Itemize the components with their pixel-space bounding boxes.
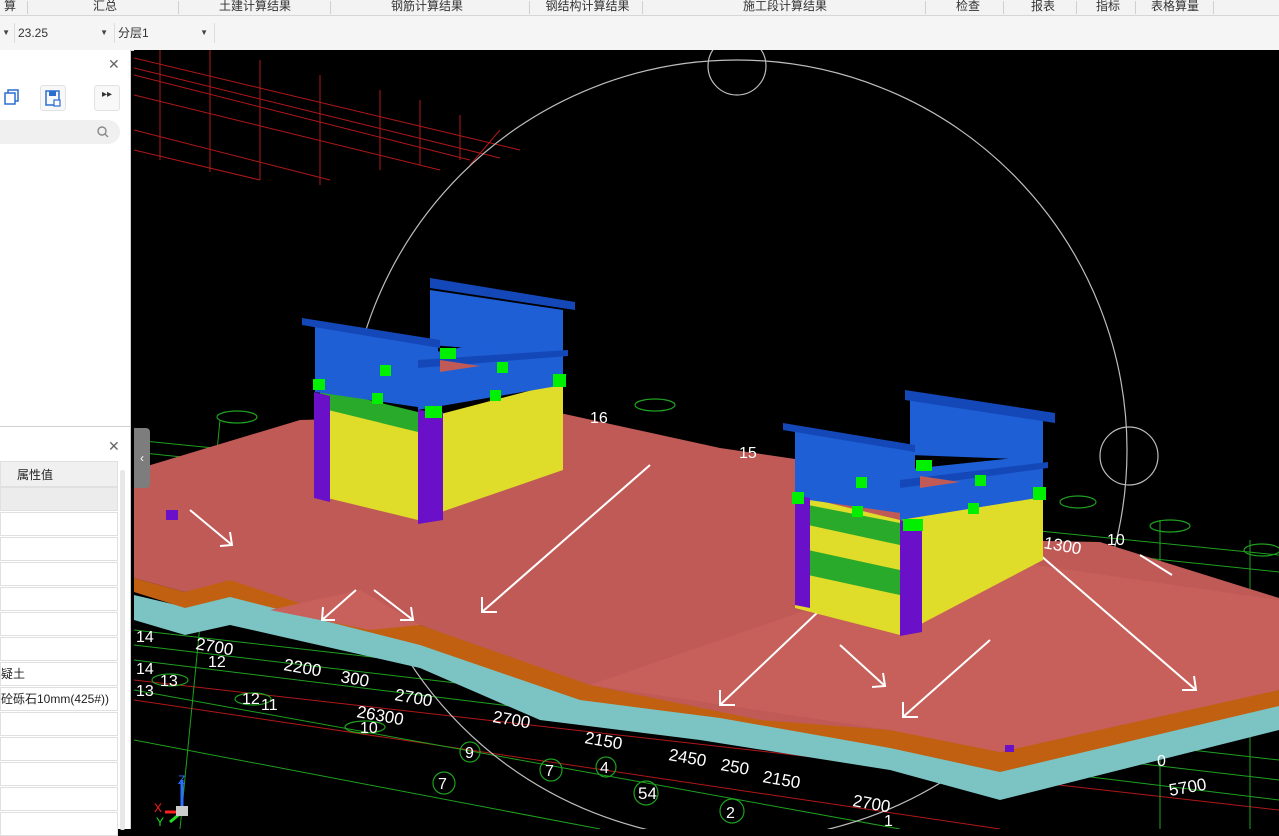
axis-label: 4 bbox=[600, 760, 609, 777]
save-layer-icon bbox=[45, 90, 61, 107]
axis-y-label: Y bbox=[156, 815, 164, 829]
axis-label: 15 bbox=[739, 445, 757, 462]
properties-header: 属性值 bbox=[0, 461, 118, 487]
property-row[interactable] bbox=[0, 762, 118, 786]
property-row[interactable] bbox=[0, 812, 118, 836]
axis-label: 14 bbox=[136, 661, 154, 678]
menu-separator bbox=[642, 1, 643, 14]
dropdown-caret-icon: ▼ bbox=[100, 28, 108, 37]
axis-label: 10 bbox=[360, 720, 378, 737]
close-icon[interactable]: ✕ bbox=[108, 56, 120, 73]
menu-separator bbox=[1076, 1, 1077, 14]
axis-label: 12 bbox=[208, 654, 226, 671]
left-panel: ✕ ▸▸ ✕ 属性值 疑土 砼砾石10mm(425#)) bbox=[0, 50, 131, 836]
axis-label: 7 bbox=[545, 763, 554, 780]
axis-label: 14 bbox=[136, 629, 154, 646]
search-input[interactable] bbox=[0, 120, 120, 144]
copy-button[interactable] bbox=[0, 85, 24, 109]
property-row[interactable] bbox=[0, 787, 118, 811]
axis-label: 12 bbox=[242, 691, 260, 708]
dimension-label: 54 bbox=[638, 784, 657, 803]
menu-separator bbox=[1003, 1, 1004, 14]
menu-separator bbox=[27, 1, 28, 14]
axis-label: 9 bbox=[465, 745, 474, 762]
chevron-left-icon: ‹ bbox=[140, 451, 144, 465]
elevation-value: 23.25 bbox=[18, 26, 49, 40]
axis-label: 13 bbox=[160, 673, 178, 690]
property-value: 疑土 bbox=[1, 667, 26, 681]
panel-scrollbar[interactable] bbox=[120, 470, 125, 830]
search-icon bbox=[97, 126, 109, 138]
panel-divider bbox=[0, 426, 130, 427]
menu-bar: 算 汇总 土建计算结果 钢筋计算结果 钢结构计算结果 施工段计算结果 检查 报表… bbox=[0, 0, 1279, 16]
axis-label: 10 bbox=[1107, 532, 1125, 549]
property-row[interactable] bbox=[0, 612, 118, 636]
copy-icon bbox=[4, 89, 19, 105]
menu-separator bbox=[529, 1, 530, 14]
close-icon[interactable]: ✕ bbox=[108, 438, 120, 455]
expand-button[interactable]: ▸▸ bbox=[94, 85, 120, 111]
menu-separator bbox=[1135, 1, 1136, 14]
expand-icon: ▸▸ bbox=[102, 89, 113, 100]
save-layer-button[interactable] bbox=[40, 85, 66, 111]
model-canvas[interactable]: 2700 2700 2700 2700 2200 26300 2450 2150… bbox=[134, 50, 1279, 829]
menu-check[interactable]: 检查 bbox=[948, 0, 988, 15]
elevation-dropdown[interactable]: 23.25 ▼ bbox=[18, 23, 115, 43]
property-row[interactable] bbox=[0, 512, 118, 536]
axis-label: 7 bbox=[438, 776, 447, 793]
collapse-panel-button[interactable]: ‹ bbox=[134, 428, 150, 488]
property-row[interactable] bbox=[0, 587, 118, 611]
floor-dropdown[interactable]: ▼ bbox=[0, 23, 15, 43]
menu-separator bbox=[925, 1, 926, 14]
menu-stage-results[interactable]: 施工段计算结果 bbox=[725, 0, 845, 15]
axis-label: 16 bbox=[590, 410, 608, 427]
3d-viewport[interactable]: 2700 2700 2700 2700 2200 26300 2450 2150… bbox=[134, 50, 1279, 829]
property-row[interactable] bbox=[0, 537, 118, 561]
layer-value: 分层1 bbox=[118, 26, 149, 40]
axis-label: 1 bbox=[884, 813, 893, 829]
property-row[interactable] bbox=[0, 562, 118, 586]
axis-z-label: Z bbox=[178, 773, 185, 787]
axis-x-label: X bbox=[154, 801, 162, 815]
menu-civil-results[interactable]: 土建计算结果 bbox=[200, 0, 310, 15]
axis-label: 2 bbox=[726, 805, 735, 822]
property-row[interactable] bbox=[0, 487, 118, 511]
menu-summary[interactable]: 汇总 bbox=[80, 0, 130, 15]
dropdown-caret-icon: ▼ bbox=[200, 28, 208, 37]
axis-label: 13 bbox=[136, 683, 154, 700]
menu-separator bbox=[178, 1, 179, 14]
toolbar: ▼ 23.25 ▼ 分层1 ▼ bbox=[0, 16, 1279, 51]
property-value-header: 属性值 bbox=[17, 468, 54, 482]
axis-label: 0 bbox=[1157, 753, 1166, 770]
property-row-concrete[interactable]: 疑土 bbox=[0, 662, 118, 686]
property-row-gravel[interactable]: 砼砾石10mm(425#)) bbox=[0, 687, 118, 711]
layer-dropdown[interactable]: 分层1 ▼ bbox=[118, 23, 215, 43]
dropdown-caret-icon: ▼ bbox=[2, 28, 10, 37]
property-value: 砼砾石10mm(425#)) bbox=[1, 692, 110, 706]
menu-separator bbox=[1213, 1, 1214, 14]
menu-steel-results[interactable]: 钢结构计算结果 bbox=[540, 0, 635, 15]
menu-calc[interactable]: 算 bbox=[0, 0, 20, 15]
menu-table-quantity[interactable]: 表格算量 bbox=[1143, 0, 1207, 15]
menu-reports[interactable]: 报表 bbox=[1023, 0, 1063, 15]
property-row[interactable] bbox=[0, 712, 118, 736]
menu-rebar-results[interactable]: 钢筋计算结果 bbox=[372, 0, 482, 15]
menu-separator bbox=[330, 1, 331, 14]
axis-label: 11 bbox=[261, 697, 278, 714]
property-row[interactable] bbox=[0, 637, 118, 661]
menu-indicators[interactable]: 指标 bbox=[1088, 0, 1128, 15]
property-row[interactable] bbox=[0, 737, 118, 761]
